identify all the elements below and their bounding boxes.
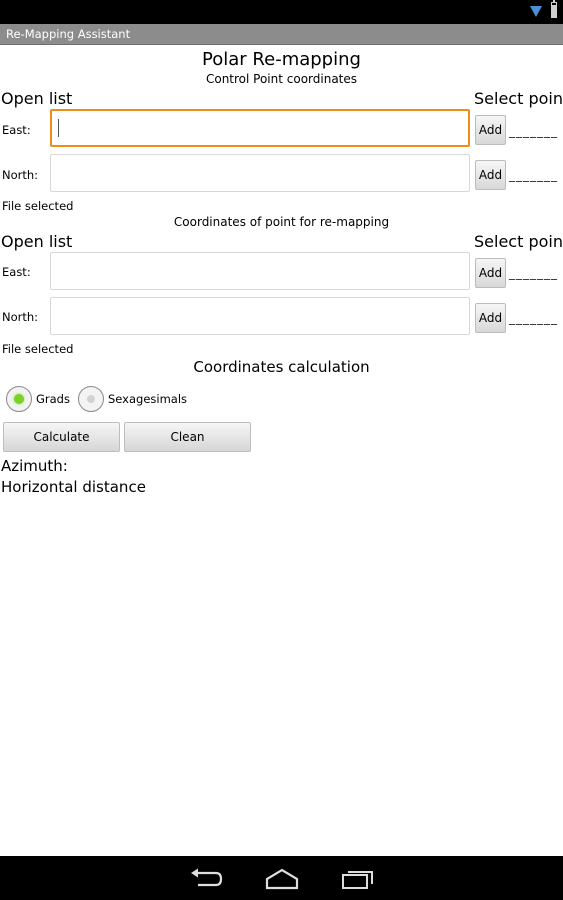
control-east-field[interactable]	[50, 109, 470, 147]
calc-section-title: Coordinates calculation	[193, 358, 370, 376]
remap-north-selected-value: _______	[509, 311, 558, 325]
clean-button[interactable]: Clean	[124, 422, 251, 452]
remap-open-list-link[interactable]: Open list	[1, 232, 72, 251]
sexagesimals-radio[interactable]	[78, 386, 104, 412]
control-east-input[interactable]	[56, 115, 464, 141]
control-north-label: North:	[2, 168, 39, 182]
sexagesimals-radio-label[interactable]: Sexagesimals	[108, 392, 187, 406]
remap-north-field[interactable]	[50, 297, 470, 335]
remap-section-title: Coordinates of point for re-mapping	[173, 215, 390, 229]
remap-east-field[interactable]	[50, 252, 470, 290]
control-east-selected-value: _______	[509, 124, 558, 138]
back-icon[interactable]	[188, 868, 224, 890]
battery-icon	[551, 0, 557, 18]
remap-select-point-link[interactable]: Select point	[474, 232, 563, 251]
grads-radio-label[interactable]: Grads	[36, 392, 70, 406]
control-north-field[interactable]	[50, 154, 470, 192]
home-icon[interactable]	[264, 868, 300, 890]
control-open-list-link[interactable]: Open list	[1, 89, 72, 108]
control-east-add-button[interactable]: Add	[475, 115, 506, 145]
page-title: Polar Re-mapping	[202, 49, 361, 70]
radio-unselected-dot	[87, 395, 95, 403]
radio-selected-dot	[14, 394, 24, 404]
navigation-bar	[0, 856, 563, 900]
control-select-point-link[interactable]: Select point	[474, 89, 563, 108]
remap-north-input[interactable]	[55, 302, 465, 330]
page-subtitle: Control Point coordinates	[205, 72, 358, 86]
remap-east-label: East:	[2, 265, 31, 279]
app-title: Re-Mapping Assistant	[6, 27, 131, 41]
control-east-label: East:	[2, 123, 31, 137]
remap-east-add-button[interactable]: Add	[475, 258, 506, 288]
status-bar	[0, 0, 563, 24]
remap-east-selected-value: _______	[509, 266, 558, 280]
remap-east-input[interactable]	[55, 257, 465, 285]
wifi-icon	[530, 6, 542, 17]
app-title-bar: Re-Mapping Assistant	[0, 24, 563, 45]
remap-file-status: File selected	[2, 342, 74, 356]
calculate-button[interactable]: Calculate	[3, 422, 120, 452]
azimuth-result-label: Azimuth:	[1, 457, 68, 475]
control-north-selected-value: _______	[509, 168, 558, 182]
control-north-add-button[interactable]: Add	[475, 160, 506, 190]
remap-north-label: North:	[2, 310, 39, 324]
control-north-input[interactable]	[55, 159, 465, 187]
recent-apps-icon[interactable]	[341, 868, 375, 890]
control-file-status: File selected	[2, 199, 74, 213]
horizontal-distance-result-label: Horizontal distance	[1, 478, 146, 496]
text-caret	[58, 119, 59, 137]
grads-radio[interactable]	[6, 386, 32, 412]
remap-north-add-button[interactable]: Add	[475, 303, 506, 333]
